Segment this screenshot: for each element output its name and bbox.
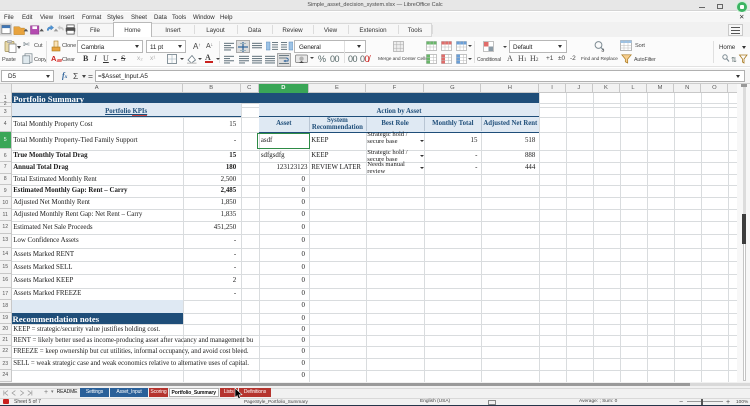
svg-text:d: d <box>602 48 605 53</box>
svg-text:⇅: ⇅ <box>731 57 737 64</box>
